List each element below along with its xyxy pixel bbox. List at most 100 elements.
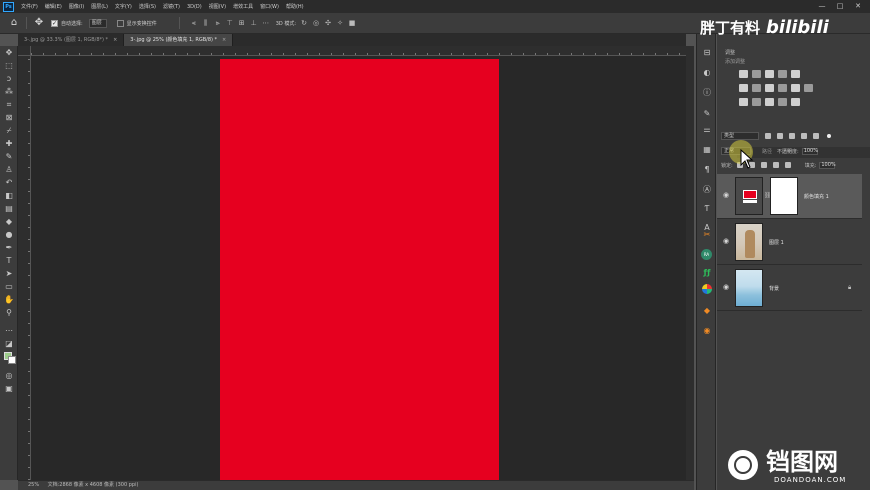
- layer-row-layer-1[interactable]: ◉ 图层 1: [717, 220, 862, 265]
- color-lookup-icon[interactable]: [804, 84, 813, 92]
- eraser-tool-icon[interactable]: ◧: [4, 191, 14, 201]
- path-selection-tool-icon[interactable]: ➤: [4, 269, 14, 279]
- transform-controls-checkbox[interactable]: [116, 19, 124, 27]
- default-colors-icon[interactable]: ◪: [4, 339, 14, 349]
- blur-tool-icon[interactable]: ◆: [4, 217, 14, 227]
- document-canvas[interactable]: [220, 59, 499, 480]
- layer-name[interactable]: 颜色填充 1: [804, 193, 829, 200]
- exposure-icon[interactable]: [778, 70, 787, 78]
- more-options-icon[interactable]: ⋯: [262, 19, 270, 28]
- move-tool-icon[interactable]: ✥: [33, 17, 45, 29]
- clone-stamp-tool-icon[interactable]: ♙: [4, 165, 14, 175]
- menu-edit[interactable]: 编辑(E): [45, 3, 62, 10]
- zoom-tool-icon[interactable]: ⚲: [4, 308, 14, 318]
- posterize-icon[interactable]: [752, 98, 761, 106]
- properties-icon[interactable]: ⊟: [702, 48, 712, 58]
- menu-file[interactable]: 文件(F): [21, 3, 38, 10]
- history-brush-tool-icon[interactable]: ↶: [4, 178, 14, 188]
- plugin-cube-icon[interactable]: ◆: [702, 306, 712, 316]
- filter-pixel-icon[interactable]: [765, 133, 771, 139]
- character-icon[interactable]: Ⓐ: [702, 185, 712, 195]
- horizontal-ruler[interactable]: [31, 46, 686, 56]
- visibility-eye-icon[interactable]: ◉: [722, 238, 730, 245]
- menu-window[interactable]: 窗口(W): [260, 3, 279, 10]
- zoom-level[interactable]: 25%: [28, 481, 46, 490]
- brightness-contrast-icon[interactable]: [739, 70, 748, 78]
- document-tab-active[interactable]: 3-.jpg @ 25% (颜色填充 1, RGB/8) * ×: [124, 34, 234, 46]
- align-center-icon[interactable]: ⫼: [202, 19, 210, 28]
- layer-name[interactable]: 图层 1: [769, 239, 784, 246]
- info-icon[interactable]: ⓘ: [702, 88, 712, 98]
- filter-toggle-icon[interactable]: [827, 134, 831, 138]
- gradient-tool-icon[interactable]: ▤: [4, 204, 14, 214]
- curves-icon[interactable]: [765, 70, 774, 78]
- brush-settings-icon[interactable]: ✎: [702, 109, 712, 119]
- menu-3d[interactable]: 3D(D): [187, 4, 202, 10]
- maximize-icon[interactable]: □: [836, 2, 844, 10]
- healing-brush-tool-icon[interactable]: ✚: [4, 139, 14, 149]
- canvas-scrollbar[interactable]: [686, 46, 694, 480]
- align-right-icon[interactable]: ⫸: [214, 19, 222, 28]
- selective-color-icon[interactable]: [791, 98, 800, 106]
- layer-row-background[interactable]: ◉ 背景 🔒︎: [717, 266, 862, 311]
- filter-shape-icon[interactable]: [801, 133, 807, 139]
- menu-type[interactable]: 文字(Y): [115, 3, 132, 10]
- dodge-tool-icon[interactable]: ●: [4, 230, 14, 240]
- filter-type-icon[interactable]: [789, 133, 795, 139]
- clone-source-icon[interactable]: ⚌: [702, 125, 712, 135]
- layer-thumbnail[interactable]: [735, 269, 763, 307]
- ruler-origin[interactable]: [18, 46, 31, 56]
- filter-adjustment-icon[interactable]: [777, 133, 783, 139]
- layer-thumbnail[interactable]: [735, 177, 763, 215]
- type-tool-icon[interactable]: T: [4, 256, 14, 266]
- crop-tool-icon[interactable]: ⌗: [4, 100, 14, 110]
- background-color-swatch[interactable]: [8, 356, 16, 364]
- menu-filter[interactable]: 滤镜(T): [163, 3, 180, 10]
- glyphs-icon[interactable]: Ƭ: [702, 204, 712, 214]
- frame-tool-icon[interactable]: ⊠: [4, 113, 14, 123]
- align-left-icon[interactable]: ⫷: [190, 19, 198, 28]
- more-tools-icon[interactable]: ⋯: [4, 326, 14, 336]
- marquee-tool-icon[interactable]: ⬚: [4, 61, 14, 71]
- visibility-eye-icon[interactable]: ◉: [722, 192, 730, 199]
- close-icon[interactable]: ✕: [854, 2, 862, 10]
- magic-wand-tool-icon[interactable]: ⁂: [4, 87, 14, 97]
- photo-filter-icon[interactable]: [778, 84, 787, 92]
- minimize-icon[interactable]: —: [818, 2, 826, 10]
- close-tab-icon[interactable]: ×: [222, 37, 226, 43]
- lock-position-icon[interactable]: [760, 162, 767, 168]
- gradient-map-icon[interactable]: [778, 98, 787, 106]
- menu-help[interactable]: 帮助(H): [286, 3, 304, 10]
- 3d-drag-icon[interactable]: ✣: [324, 19, 332, 28]
- menu-select[interactable]: 选择(S): [139, 3, 156, 10]
- 3d-scale-icon[interactable]: ■: [348, 19, 356, 28]
- 3d-slide-icon[interactable]: ✧: [336, 19, 344, 28]
- vertical-ruler[interactable]: [18, 56, 31, 480]
- layer-name[interactable]: 背景: [769, 285, 779, 292]
- 3d-rotate-icon[interactable]: ↻: [300, 19, 308, 28]
- menu-image[interactable]: 图像(I): [69, 3, 84, 10]
- layer-thumbnail[interactable]: [735, 223, 763, 261]
- visibility-eye-icon[interactable]: ◉: [722, 284, 730, 291]
- hue-saturation-icon[interactable]: [739, 84, 748, 92]
- lock-all-icon[interactable]: [784, 162, 791, 168]
- mask-link-icon[interactable]: ⛓: [764, 192, 772, 199]
- screen-mode-icon[interactable]: ▣: [4, 384, 14, 394]
- lock-artboard-icon[interactable]: [772, 162, 779, 168]
- black-white-icon[interactable]: [765, 84, 774, 92]
- layer-mask-thumbnail[interactable]: [770, 177, 798, 215]
- plugin-swirl-icon[interactable]: ◉: [702, 326, 712, 336]
- color-balance-icon[interactable]: [752, 84, 761, 92]
- invert-icon[interactable]: [739, 98, 748, 106]
- align-top-icon[interactable]: ⊤: [226, 19, 234, 28]
- layer-filter-dropdown[interactable]: 类型: [721, 132, 759, 140]
- canvas-area[interactable]: [31, 56, 686, 480]
- close-tab-icon[interactable]: ×: [113, 37, 117, 43]
- color-wheel-icon[interactable]: [702, 284, 712, 294]
- hand-tool-icon[interactable]: ✋: [4, 295, 14, 305]
- auto-select-target-dropdown[interactable]: 图层: [88, 18, 107, 28]
- filter-smart-object-icon[interactable]: [813, 133, 819, 139]
- lasso-tool-icon[interactable]: ↄ: [4, 74, 14, 84]
- opacity-input[interactable]: 100%: [801, 147, 818, 155]
- home-icon[interactable]: ⌂: [8, 17, 20, 29]
